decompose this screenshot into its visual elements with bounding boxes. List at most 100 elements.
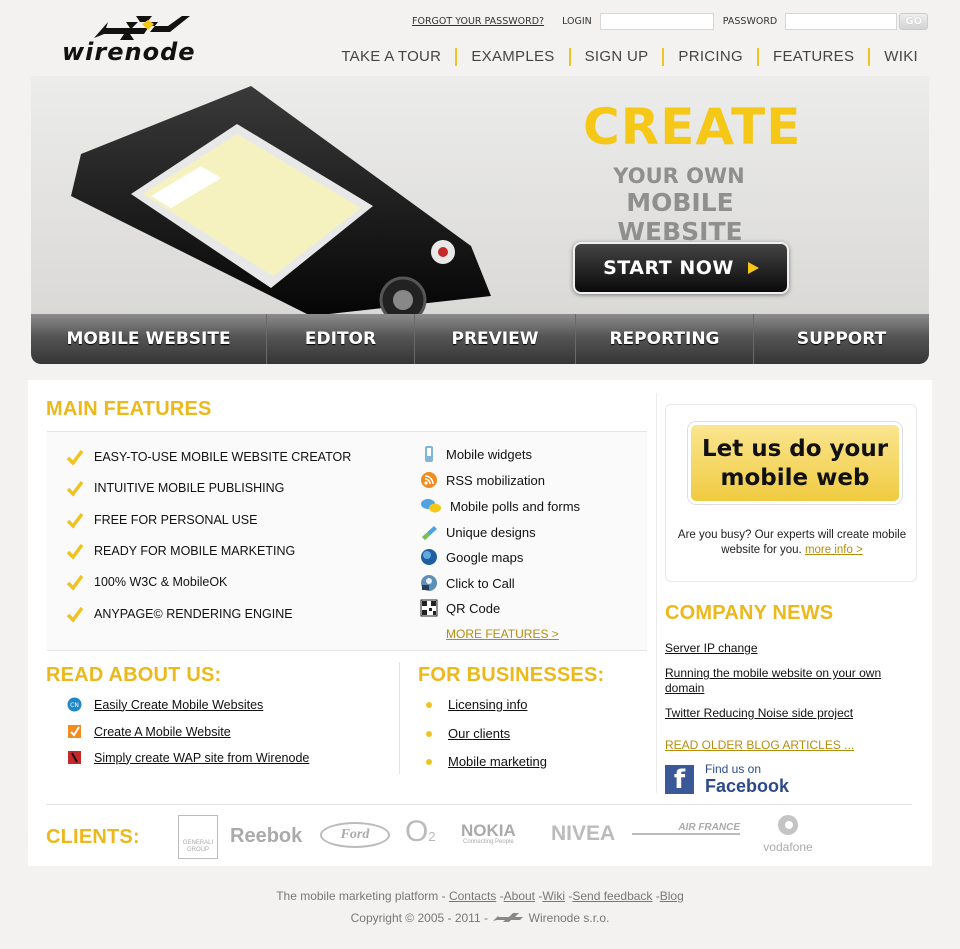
feature-label: Mobile polls and forms [450, 498, 581, 514]
generali-logo-text: GENERALI [182, 840, 214, 846]
business-item: Mobile marketing [426, 754, 547, 769]
feature-item: READY FOR MOBILE MARKETING [66, 542, 295, 560]
feature-item: INTUITIVE MOBILE PUBLISHING [66, 479, 284, 497]
business-link[interactable]: Licensing info [448, 697, 528, 712]
feature-designs: Unique designs [420, 523, 536, 541]
design-icon [422, 526, 437, 540]
feature-rss: RSS mobilization [420, 471, 545, 489]
tab-editor[interactable]: EDITOR [267, 314, 415, 364]
hero-subline: YOUR OWN [613, 164, 745, 188]
read-about-link[interactable]: Simply create WAP site from Wirenode [94, 751, 309, 765]
reebok-logo: Reebok [230, 825, 303, 847]
facebook-link[interactable]: f Find us on Facebook [665, 762, 789, 796]
read-about-item: CN Easily Create Mobile Websites [67, 697, 263, 712]
nav-features[interactable]: FEATURES [759, 48, 871, 66]
more-info-link[interactable]: more info > [805, 544, 863, 556]
checkmark-icon [66, 480, 84, 497]
feature-call: Click to Call [420, 574, 515, 592]
call-icon [421, 575, 437, 591]
forgot-password-link[interactable]: FORGOT YOUR PASSWORD? [412, 16, 544, 27]
feature-item: 100% W3C & MobileOK [66, 573, 227, 591]
feature-label: 100% W3C & MobileOK [94, 575, 228, 589]
nav-examples[interactable]: EXAMPLES [457, 48, 571, 66]
nav-sign-up[interactable]: SIGN UP [571, 48, 665, 66]
feature-label: READY FOR MOBILE MARKETING [94, 544, 296, 558]
tab-reporting[interactable]: REPORTING [576, 314, 754, 364]
generali-logo-subtext: GROUP [186, 847, 209, 853]
nav-pricing[interactable]: PRICING [664, 48, 759, 66]
news-item[interactable]: Running the mobile website on your own d… [665, 666, 905, 696]
feature-item: EASY-TO-USE MOBILE WEBSITE CREATOR [66, 448, 351, 466]
news-item[interactable]: Twitter Reducing Noise side project [665, 706, 905, 721]
clients-title: CLIENTS: [46, 826, 140, 848]
footer-link-feedback[interactable]: Send feedback [572, 889, 652, 903]
wirenode-small-logo-icon [493, 913, 524, 922]
checkmark-icon [66, 574, 84, 591]
start-now-button[interactable]: START NOW [573, 242, 789, 294]
qr-code-icon [420, 599, 438, 617]
feature-polls: Mobile polls and forms [420, 497, 580, 515]
older-articles-link[interactable]: READ OLDER BLOG ARTICLES ... [665, 738, 854, 752]
promo-line-2: mobile web [720, 465, 870, 491]
feature-item: FREE FOR PERSONAL USE [66, 511, 257, 529]
facebook-icon: f [665, 764, 694, 794]
more-features-link[interactable]: MORE FEATURES > [446, 627, 559, 641]
promo-line-1: Let us do your [701, 436, 889, 462]
read-about-link[interactable]: Create A Mobile Website [94, 725, 231, 739]
let-us-do-your-mobile-web-button[interactable]: Let us do your mobile web [688, 422, 902, 504]
feature-item: ANYPAGE© RENDERING ENGINE [66, 605, 293, 623]
rss-icon [421, 472, 437, 488]
read-about-item: Create A Mobile Website [67, 724, 231, 739]
feature-maps: Google maps [420, 548, 523, 566]
facebook-line-1: Find us on [705, 762, 762, 776]
go-button[interactable]: GO [899, 12, 929, 30]
read-about-item: Simply create WAP site from Wirenode [67, 750, 309, 765]
hero-navigation: MOBILE WEBSITE EDITOR PREVIEW REPORTING … [31, 314, 929, 364]
o2-logo-text: O [405, 815, 429, 848]
checkmark-icon [66, 449, 84, 466]
login-input[interactable] [599, 12, 714, 30]
read-about-link[interactable]: Easily Create Mobile Websites [94, 698, 263, 712]
nivea-logo: NIVEA [551, 822, 616, 845]
feature-label: RSS mobilization [446, 472, 545, 488]
tab-mobile-website[interactable]: MOBILE WEBSITE [31, 314, 267, 364]
login-bar: FORGOT YOUR PASSWORD? LOGIN PASSWORD GO [412, 12, 929, 30]
business-item: Licensing info [426, 697, 528, 712]
wirenode-logo[interactable]: wirenode [62, 14, 222, 66]
footer-links: The mobile marketing platform - Contacts… [276, 889, 684, 903]
for-businesses-title: FOR BUSINESSES: [418, 664, 605, 686]
ford-logo: Ford [320, 822, 390, 848]
bullet-icon [426, 758, 432, 765]
nav-take-a-tour[interactable]: TAKE A TOUR [327, 48, 458, 66]
password-input[interactable] [785, 12, 898, 30]
feature-label: Google maps [446, 549, 524, 565]
svg-text:CN: CN [70, 702, 79, 709]
footer-link-blog[interactable]: Blog [660, 889, 684, 903]
checkmark-icon [66, 543, 84, 560]
footer-link-about[interactable]: About [504, 889, 535, 903]
top-navigation: TAKE A TOUR EXAMPLES SIGN UP PRICING FEA… [327, 48, 918, 66]
sidebar-divider [656, 393, 657, 793]
vodafone-speechmark-icon [778, 815, 798, 835]
feature-label: Click to Call [446, 575, 515, 591]
feature-label: QR Code [446, 600, 501, 616]
read-about-title: READ ABOUT US: [46, 664, 222, 686]
feature-label: Mobile widgets [446, 446, 532, 462]
hero-headline: CREATE [583, 98, 802, 156]
column-divider [399, 662, 400, 774]
o2-logo: O2 [405, 815, 436, 849]
feature-widgets: Mobile widgets [420, 445, 532, 463]
tab-preview[interactable]: PREVIEW [415, 314, 576, 364]
air-france-logo: AIR FRANCE [632, 822, 740, 835]
tab-support[interactable]: SUPPORT [754, 314, 929, 364]
nav-wiki[interactable]: WIKI [870, 48, 918, 66]
business-link[interactable]: Mobile marketing [448, 754, 547, 769]
nokia-logo-tagline: Connecting People [463, 839, 514, 845]
main-features-title: MAIN FEATURES [46, 398, 212, 420]
logo-bolt-icon [94, 16, 190, 40]
login-label: LOGIN [562, 15, 592, 27]
footer-link-contacts[interactable]: Contacts [449, 889, 496, 903]
news-item[interactable]: Server IP change [665, 641, 905, 656]
business-link[interactable]: Our clients [448, 726, 510, 741]
footer-link-wiki[interactable]: Wiki [542, 889, 565, 903]
